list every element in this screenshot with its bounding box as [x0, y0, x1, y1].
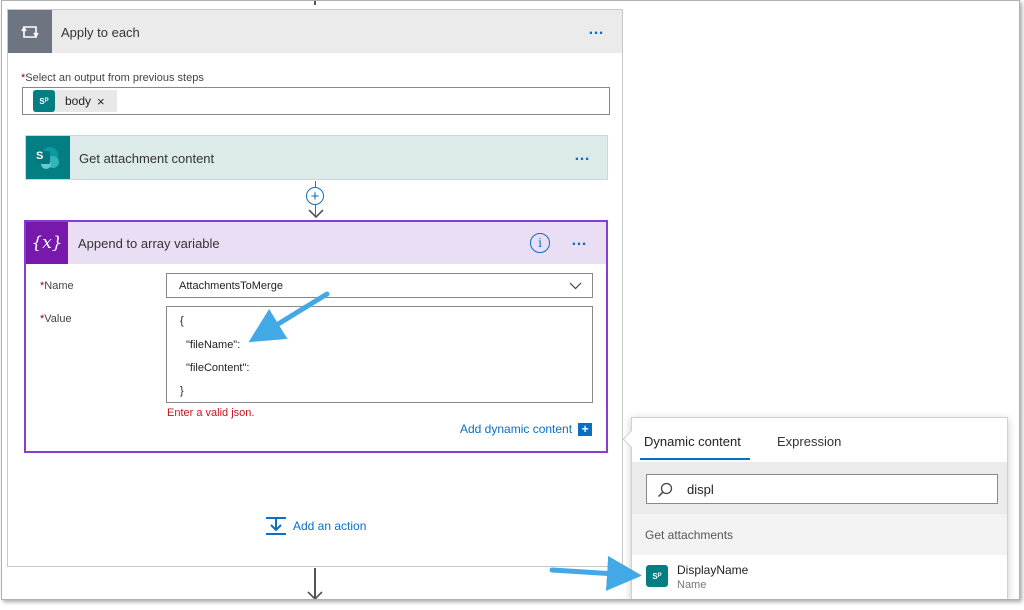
annotation-arrow [248, 291, 330, 343]
annotation-arrows [248, 291, 642, 591]
flow-designer-canvas: Apply to each … *Select an output from p… [1, 0, 1020, 600]
annotation-arrow [549, 555, 642, 591]
